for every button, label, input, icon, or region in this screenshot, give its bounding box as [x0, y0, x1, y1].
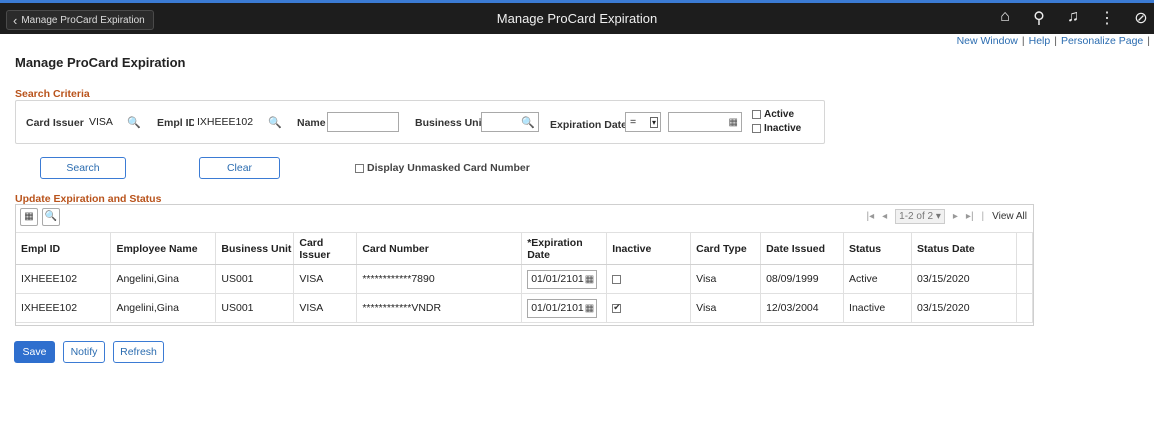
cell-status: Active [843, 264, 912, 294]
help-link[interactable]: Help [1029, 35, 1051, 47]
top-banner: ‹ Manage ProCard Expiration Manage ProCa… [0, 0, 1154, 34]
search-icon[interactable]: ⚲ [1030, 8, 1048, 28]
expiration-date-field[interactable]: 01/01/2101 ▦ [527, 298, 598, 318]
cell-status: Inactive [843, 293, 912, 323]
dropdown-arrow-icon: ▾ [649, 116, 658, 128]
empl-id-lookup-icon[interactable]: 🔍 [268, 116, 282, 129]
expiration-grid: ▦ 🔍 |◂ ◂ 1-2 of 2 ▾ ▸ ▸| | View All Empl… [15, 204, 1034, 326]
name-input[interactable] [327, 112, 399, 132]
grid-table: Empl ID Employee Name Business Unit Card… [16, 232, 1034, 323]
cell-status-date: 03/15/2020 [911, 264, 1017, 294]
name-label: Name [297, 117, 326, 129]
personalize-page-link[interactable]: Personalize Page [1061, 35, 1143, 47]
expiration-date-value: 01/01/2101 [531, 302, 584, 314]
notification-bell-icon[interactable]: ♫ [1064, 8, 1082, 28]
previous-page-icon[interactable]: ◂ [882, 211, 887, 222]
cell-date-issued: 12/03/2004 [760, 293, 845, 323]
cell-status-date: 03/15/2020 [911, 293, 1017, 323]
display-unmasked-row[interactable]: Display Unmasked Card Number [355, 162, 530, 174]
cell-card-number: ************7890 [356, 264, 523, 294]
cell-employee-name: Angelini,Gina [110, 293, 217, 323]
business-unit-lookup-icon[interactable]: 🔍 [521, 116, 535, 129]
calendar-icon[interactable]: ▦ [585, 303, 594, 314]
card-issuer-lookup-icon[interactable]: 🔍 [127, 116, 141, 129]
page-count-value: 1-2 of 2 [899, 211, 934, 222]
col-card-number[interactable]: Card Number [356, 232, 523, 265]
find-in-grid-icon[interactable]: 🔍 [42, 208, 60, 226]
grid-toolbar: ▦ 🔍 |◂ ◂ 1-2 of 2 ▾ ▸ ▸| | View All [16, 205, 1033, 229]
operator-select[interactable]: = ▾ [625, 112, 661, 132]
cell-card-issuer: VISA [293, 264, 358, 294]
col-status-date[interactable]: Status Date [911, 232, 1017, 265]
save-button[interactable]: Save [14, 341, 55, 363]
inactive-checkbox[interactable] [752, 123, 761, 133]
inactive-checkbox-row[interactable]: Inactive [752, 123, 801, 134]
expiration-date-field[interactable]: 01/01/2101 ▦ [527, 269, 598, 289]
display-unmasked-label: Display Unmasked Card Number [367, 162, 530, 174]
operator-value: = [630, 116, 637, 128]
refresh-button[interactable]: Refresh [113, 341, 164, 363]
cell-card-type: Visa [690, 264, 762, 294]
grid-header-row: Empl ID Employee Name Business Unit Card… [16, 232, 1034, 265]
empl-id-label: Empl ID [157, 117, 197, 129]
inactive-row-checkbox[interactable] [612, 302, 622, 313]
cell-card-type: Visa [690, 293, 762, 323]
page-count-select[interactable]: 1-2 of 2 ▾ [895, 209, 945, 224]
grid-pager: |◂ ◂ 1-2 of 2 ▾ ▸ ▸| | View All [866, 209, 1027, 224]
expiration-date-input[interactable]: ▦ [668, 112, 742, 132]
banner-icons: ⌂ ⚲ ♫ ⋮ ⊘ [996, 8, 1150, 28]
cell-business-unit: US001 [215, 293, 295, 323]
clear-button[interactable]: Clear [199, 157, 280, 179]
active-checkbox-row[interactable]: Active [752, 109, 794, 120]
display-unmasked-checkbox[interactable] [355, 163, 364, 173]
search-button[interactable]: Search [40, 157, 126, 179]
business-unit-label: Business Unit [415, 117, 486, 129]
search-criteria-box: Card Issuer VISA 🔍 Empl ID IXHEEE102 🔍 N… [15, 100, 825, 144]
table-row: IXHEEE102 Angelini,Gina US001 VISA *****… [16, 293, 1034, 323]
last-page-icon[interactable]: ▸| [966, 211, 974, 222]
cell-card-number: ************VNDR [356, 293, 523, 323]
banner-title: Manage ProCard Expiration [496, 11, 658, 26]
col-empl-id[interactable]: Empl ID [16, 232, 112, 265]
view-all-link[interactable]: View All [992, 211, 1027, 222]
card-issuer-label: Card Issuer [26, 117, 84, 129]
new-window-link[interactable]: New Window [957, 35, 1018, 47]
col-inactive[interactable]: Inactive [606, 232, 692, 265]
cell-empl-id: IXHEEE102 [16, 264, 112, 294]
col-card-type[interactable]: Card Type [690, 232, 762, 265]
active-label: Active [764, 109, 795, 120]
inactive-row-checkbox[interactable] [612, 274, 622, 284]
next-page-icon[interactable]: ▸ [953, 211, 958, 222]
search-criteria-label: Search Criteria [15, 88, 90, 100]
cell-date-issued: 08/09/1999 [760, 264, 845, 294]
personalize-grid-icon[interactable]: ▦ [20, 208, 38, 226]
expiration-date-label: Expiration Date [550, 119, 628, 131]
cell-employee-name: Angelini,Gina [110, 264, 217, 294]
home-icon[interactable]: ⌂ [996, 8, 1014, 28]
notify-button[interactable]: Notify [63, 341, 105, 363]
more-actions-icon[interactable]: ⋮ [1098, 8, 1116, 28]
col-card-issuer[interactable]: Card Issuer [293, 232, 358, 265]
calendar-icon[interactable]: ▦ [585, 274, 594, 285]
cell-card-issuer: VISA [293, 293, 358, 323]
navbar-compass-icon[interactable]: ⊘ [1132, 8, 1150, 28]
top-links: New Window | Help | Personalize Page | [956, 35, 1150, 47]
col-status[interactable]: Status [843, 232, 912, 265]
page-title: Manage ProCard Expiration [15, 55, 186, 70]
inactive-label: Inactive [764, 123, 802, 134]
table-row: IXHEEE102 Angelini,Gina US001 VISA *****… [16, 264, 1034, 294]
col-business-unit[interactable]: Business Unit [215, 232, 295, 265]
col-employee-name[interactable]: Employee Name [110, 232, 217, 265]
cell-empl-id: IXHEEE102 [16, 293, 112, 323]
active-checkbox[interactable] [752, 109, 761, 119]
calendar-icon[interactable]: ▦ [729, 117, 738, 128]
first-page-icon[interactable]: |◂ [867, 211, 875, 222]
cell-business-unit: US001 [215, 264, 295, 294]
expiration-date-value: 01/01/2101 [531, 273, 584, 285]
col-expiration-date[interactable]: *Expiration Date [521, 232, 608, 265]
col-date-issued[interactable]: Date Issued [760, 232, 845, 265]
